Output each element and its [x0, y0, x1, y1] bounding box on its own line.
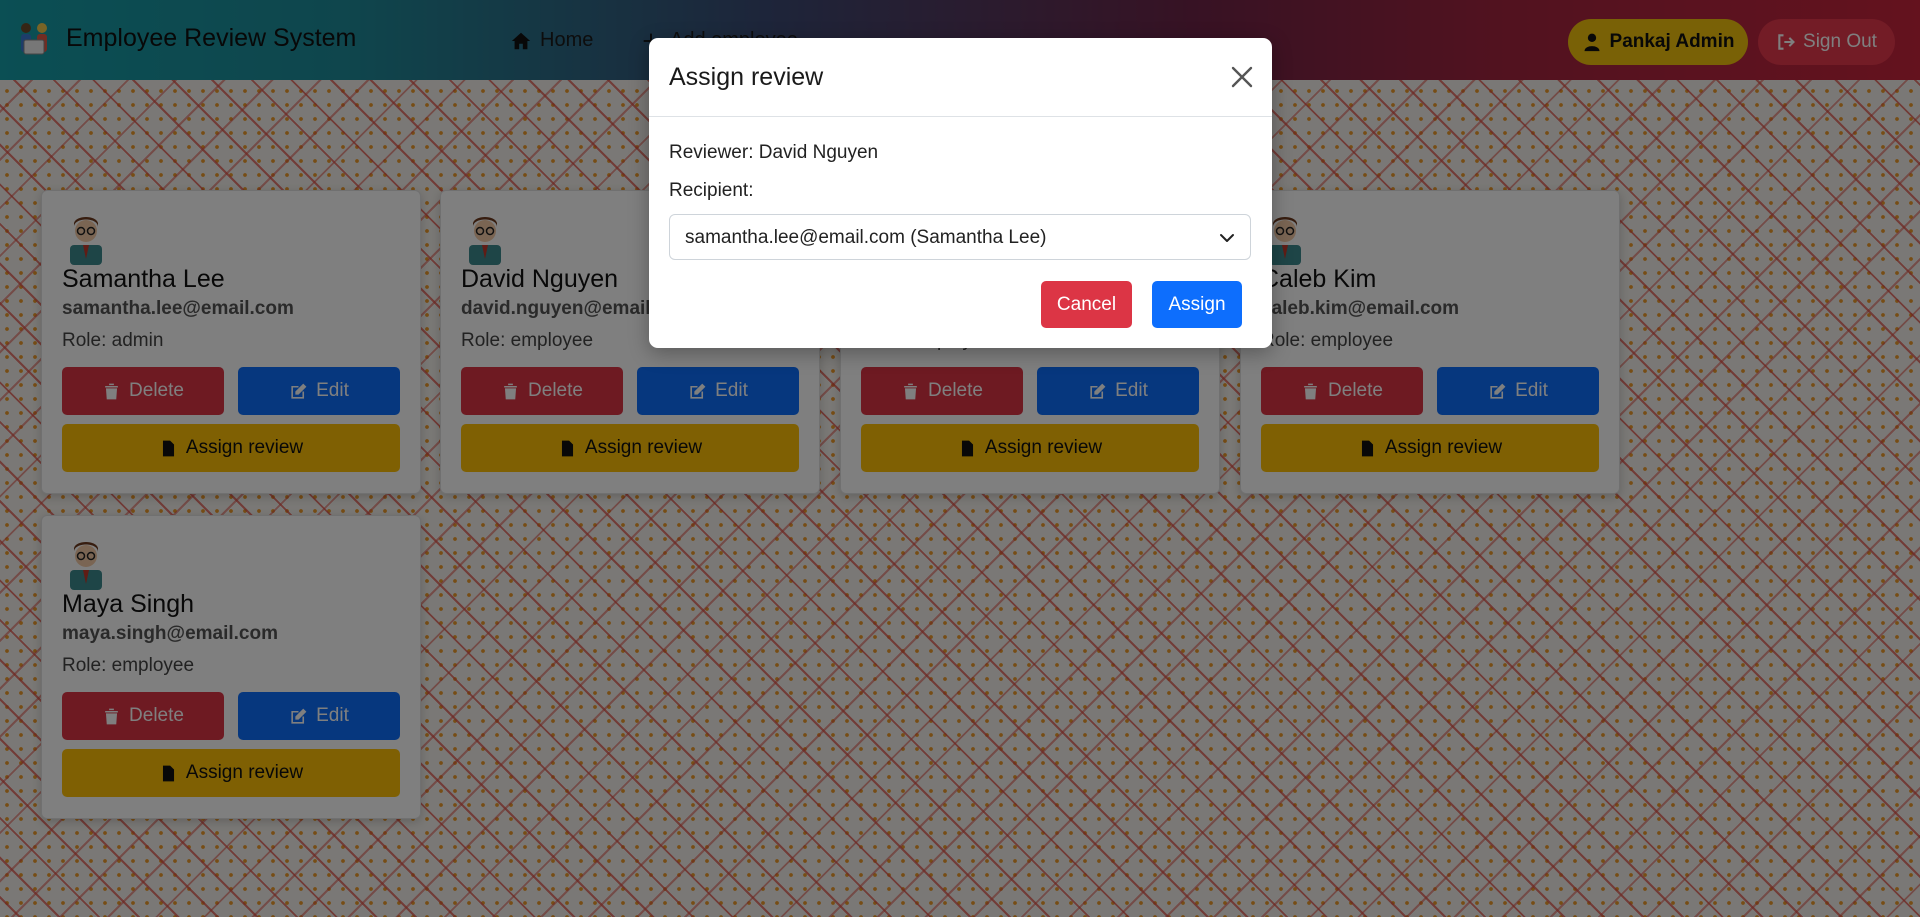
close-icon[interactable] [1229, 64, 1255, 90]
assign-review-modal: Assign review Reviewer: David Nguyen Rec… [649, 38, 1272, 348]
recipient-selected-value: samantha.lee@email.com (Samantha Lee) [685, 227, 1047, 248]
recipient-label: Recipient: [669, 180, 754, 201]
recipient-select[interactable]: samantha.lee@email.com (Samantha Lee) [669, 214, 1251, 260]
assign-button[interactable]: Assign [1152, 281, 1242, 328]
modal-title: Assign review [669, 63, 824, 91]
modal-header: Assign review [649, 38, 1272, 117]
chevron-down-icon [1220, 234, 1234, 242]
cancel-button[interactable]: Cancel [1041, 281, 1132, 328]
reviewer-text: Reviewer: David Nguyen [669, 142, 879, 163]
